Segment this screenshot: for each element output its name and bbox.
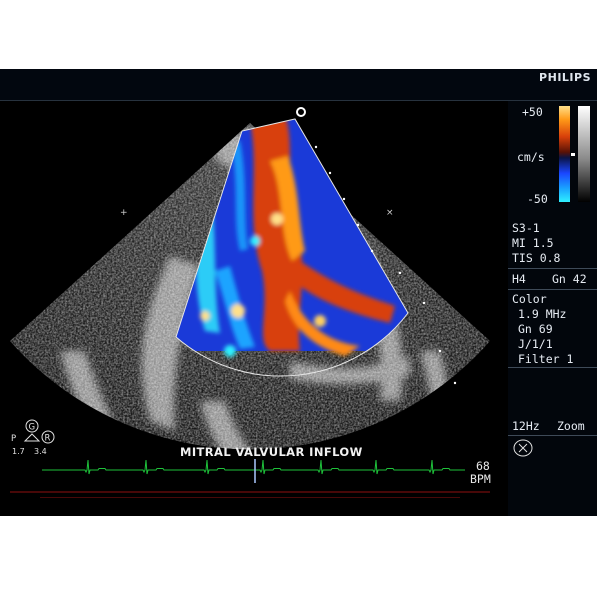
thermal-index: TIS 0.8 [512,251,561,265]
zoom-label: Zoom [557,419,585,433]
color-frequency: 1.9 MHz [518,307,567,321]
brand-logo: PHILIPS [539,71,591,84]
doppler-strip-noise [10,491,490,498]
heart-rate-value: 68 [476,459,490,473]
imaging-mode: H4 [512,272,526,286]
color-velocity-bar [559,106,570,202]
ultrasound-screen: PHILIPS + × G R P 1.7 3.4 MITRAL VALVULA… [0,69,597,516]
scale-unit: cm/s [517,150,545,164]
ecg-line [42,459,465,475]
baseline-marker [571,153,575,156]
grayscale-bar [578,106,590,202]
zoom-icon [513,439,533,457]
frame-rate: 12Hz [512,419,540,433]
divider [508,289,597,290]
scale-min: -50 [527,192,548,206]
heart-rate-unit: BPM [470,472,491,486]
divider [508,268,597,269]
divider [508,367,597,368]
divider [508,435,597,436]
mechanical-index: MI 1.5 [512,236,554,250]
probe-name: S3-1 [512,221,540,235]
color-title: Color [512,292,547,306]
color-setting: J/1/1 [518,337,553,351]
scale-max: +50 [522,105,543,119]
annotation-label: MITRAL VALVULAR INFLOW [180,445,363,459]
imaging-gain: Gn 42 [552,272,587,286]
color-filter: Filter 1 [518,352,574,366]
color-gain: Gn 69 [518,322,553,336]
